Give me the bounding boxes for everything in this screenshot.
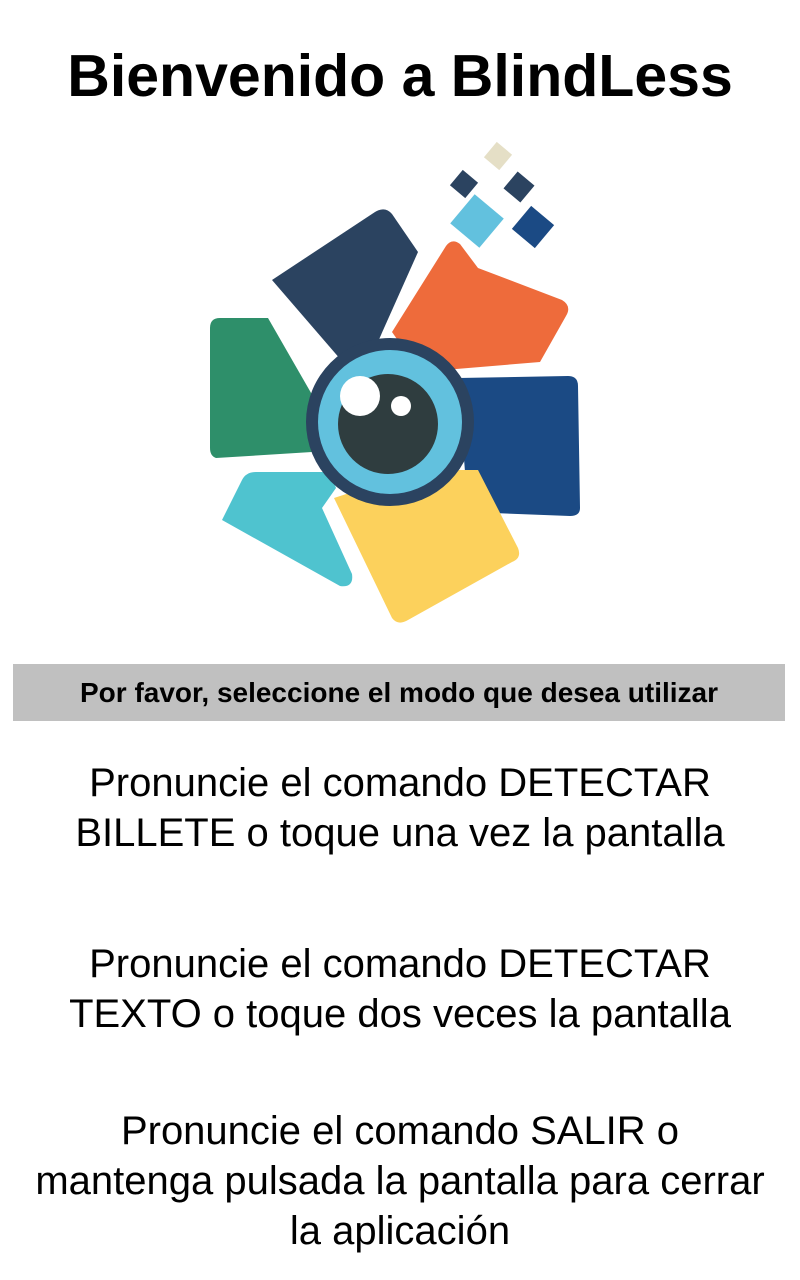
main-screen[interactable]: Bienvenido a BlindLess Por favor, selecc… [0, 0, 800, 1280]
camera-aperture-logo-icon [210, 141, 580, 623]
detect-text-instruction[interactable]: Pronuncie el comando DETECTAR TEXTO o to… [30, 939, 770, 1039]
app-logo [200, 140, 600, 630]
logo-pixel-blue [511, 205, 555, 249]
logo-pixel-sky [450, 194, 504, 248]
logo-petal-green [210, 318, 322, 458]
detect-banknote-instruction[interactable]: Pronuncie el comando DETECTAR BILLETE o … [30, 758, 770, 858]
logo-pixel-dark [503, 171, 535, 203]
exit-app-instruction[interactable]: Pronuncie el comando SALIR o mantenga pu… [30, 1106, 770, 1256]
logo-lens-glint [340, 376, 380, 416]
mode-select-banner: Por favor, seleccione el modo que desea … [13, 664, 785, 721]
logo-petal-cyan [222, 472, 353, 587]
logo-pixel-light [483, 141, 513, 171]
logo-pixel-dark [449, 169, 479, 199]
logo-lens-glint [391, 396, 411, 416]
mode-select-prompt: Por favor, seleccione el modo que desea … [80, 676, 718, 708]
welcome-title: Bienvenido a BlindLess [67, 43, 733, 109]
